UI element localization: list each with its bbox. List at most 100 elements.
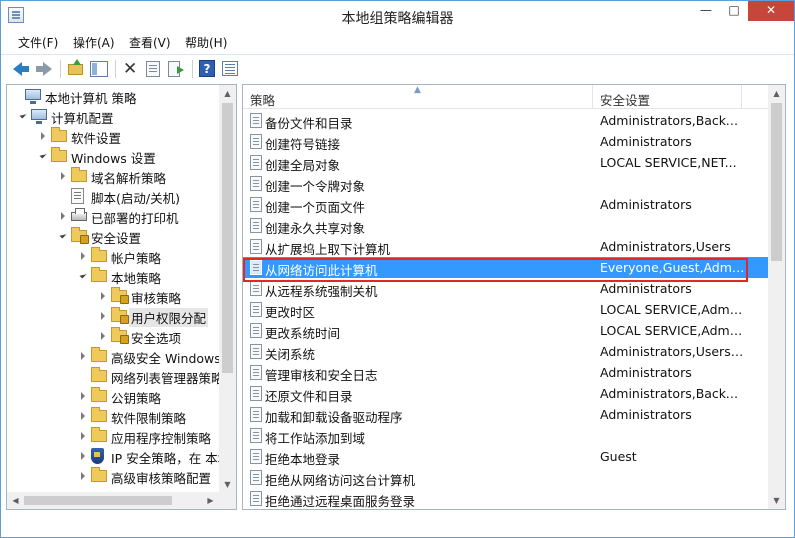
expand-open-icon[interactable] bbox=[19, 111, 27, 119]
expand-closed-icon[interactable] bbox=[81, 452, 85, 460]
policy-row[interactable]: 拒绝从网络访问这台计算机 bbox=[243, 467, 768, 488]
column-divider[interactable] bbox=[592, 85, 593, 109]
policy-row[interactable]: 备份文件和目录 Administrators,Backu... bbox=[243, 110, 768, 131]
policy-row[interactable]: 关闭系统 Administrators,Users,... bbox=[243, 341, 768, 362]
policy-name: 拒绝从网络访问这台计算机 bbox=[265, 473, 416, 488]
policy-row[interactable]: 加载和卸载设备驱动程序 Administrators bbox=[243, 404, 768, 425]
show-action-pane-button[interactable] bbox=[220, 59, 240, 79]
export-icon bbox=[168, 61, 184, 77]
policy-name: 从扩展坞上取下计算机 bbox=[265, 242, 391, 257]
list-vertical-scrollbar[interactable]: ▲ ▼ bbox=[768, 85, 785, 509]
policy-icon bbox=[250, 344, 262, 359]
scroll-right-arrow-icon[interactable]: ▶ bbox=[202, 492, 219, 509]
expand-open-icon[interactable] bbox=[59, 231, 67, 239]
scroll-up-arrow-icon[interactable]: ▲ bbox=[219, 85, 236, 102]
security-setting: Administrators,Users bbox=[600, 239, 731, 254]
menu-action[interactable]: 操作(A) bbox=[73, 34, 115, 51]
folder-icon bbox=[91, 387, 107, 402]
policy-row[interactable]: 拒绝本地登录 Guest bbox=[243, 446, 768, 467]
policy-row[interactable]: 创建全局对象 LOCAL SERVICE,NET... bbox=[243, 152, 768, 173]
forward-arrow-icon bbox=[36, 62, 52, 76]
policy-folder-icon bbox=[111, 287, 129, 304]
expand-closed-icon[interactable] bbox=[81, 472, 85, 480]
folder-icon bbox=[91, 267, 107, 282]
expand-closed-icon[interactable] bbox=[81, 252, 85, 260]
security-setting: Administrators,Backu... bbox=[600, 113, 745, 128]
expand-open-icon[interactable] bbox=[79, 271, 87, 279]
policy-row[interactable]: 从网络访问此计算机 Everyone,Guest,Admin... bbox=[243, 257, 768, 278]
security-setting: LOCAL SERVICE,Admi... bbox=[600, 302, 745, 317]
policy-icon bbox=[250, 365, 262, 380]
policy-row[interactable]: 拒绝通过远程桌面服务登录 bbox=[243, 488, 768, 509]
scroll-down-arrow-icon[interactable]: ▼ bbox=[768, 492, 785, 509]
scroll-thumb[interactable] bbox=[24, 496, 172, 505]
security-folder-icon bbox=[71, 227, 89, 244]
scroll-thumb[interactable] bbox=[771, 103, 782, 261]
policy-row[interactable]: 将工作站添加到域 bbox=[243, 425, 768, 446]
policy-row[interactable]: 从远程系统强制关机 Administrators bbox=[243, 278, 768, 299]
policy-row[interactable]: 还原文件和目录 Administrators,Backu... bbox=[243, 383, 768, 404]
policy-name: 拒绝本地登录 bbox=[265, 452, 341, 467]
folder-icon bbox=[71, 167, 87, 182]
scroll-down-arrow-icon[interactable]: ▼ bbox=[219, 476, 236, 493]
tree-horizontal-scrollbar[interactable]: ◀ ▶ bbox=[7, 492, 236, 509]
policy-row[interactable]: 创建符号链接 Administrators bbox=[243, 131, 768, 152]
tree-item-label: 已部署的打印机 bbox=[91, 211, 179, 226]
toolbar-separator bbox=[115, 60, 116, 78]
column-header-setting[interactable]: 安全设置 bbox=[600, 90, 650, 109]
policy-icon bbox=[250, 155, 262, 170]
expand-closed-icon[interactable] bbox=[101, 312, 105, 320]
policy-row[interactable]: 更改时区 LOCAL SERVICE,Admi... bbox=[243, 299, 768, 320]
up-one-level-button[interactable] bbox=[66, 59, 86, 79]
scroll-left-arrow-icon[interactable]: ◀ bbox=[7, 492, 24, 509]
forward-button[interactable] bbox=[34, 59, 54, 79]
menu-view[interactable]: 查看(V) bbox=[129, 34, 171, 51]
tree-vertical-scrollbar[interactable]: ▲ ▼ bbox=[219, 85, 236, 493]
policy-row[interactable]: 创建一个页面文件 Administrators bbox=[243, 194, 768, 215]
expand-closed-icon[interactable] bbox=[81, 412, 85, 420]
export-list-button[interactable] bbox=[166, 59, 186, 79]
expand-closed-icon[interactable] bbox=[61, 172, 65, 180]
security-setting: LOCAL SERVICE,NET... bbox=[600, 155, 737, 170]
policy-name: 管理审核和安全日志 bbox=[265, 368, 378, 383]
expand-closed-icon[interactable] bbox=[41, 132, 45, 140]
delete-button[interactable]: ✕ bbox=[120, 59, 140, 79]
policy-list[interactable]: ▲ 策略 安全设置 备份文件和目录 Administrators,Backu...… bbox=[242, 84, 786, 510]
expand-closed-icon[interactable] bbox=[81, 392, 85, 400]
close-button[interactable]: ✕ bbox=[748, 1, 794, 21]
policy-row[interactable]: 创建永久共享对象 bbox=[243, 215, 768, 236]
policy-name: 更改系统时间 bbox=[265, 326, 341, 341]
show-hide-tree-button[interactable] bbox=[89, 59, 109, 79]
column-divider[interactable] bbox=[741, 85, 742, 109]
scroll-thumb[interactable] bbox=[222, 103, 233, 373]
menu-file[interactable]: 文件(F) bbox=[18, 34, 58, 51]
expand-open-icon[interactable] bbox=[39, 151, 47, 159]
policy-row[interactable]: 更改系统时间 LOCAL SERVICE,Admi... bbox=[243, 320, 768, 341]
policy-row[interactable]: 管理审核和安全日志 Administrators bbox=[243, 362, 768, 383]
scroll-up-arrow-icon[interactable]: ▲ bbox=[768, 85, 785, 102]
policy-icon bbox=[250, 239, 262, 254]
expand-closed-icon[interactable] bbox=[81, 352, 85, 360]
expand-closed-icon[interactable] bbox=[61, 212, 65, 220]
column-header-policy[interactable]: 策略 bbox=[250, 90, 275, 109]
tree-item-label: Windows 设置 bbox=[71, 151, 156, 166]
maximize-button[interactable]: □ bbox=[720, 1, 748, 21]
policy-row[interactable]: 从扩展坞上取下计算机 Administrators,Users bbox=[243, 236, 768, 257]
tree-item-label: 安全选项 bbox=[131, 331, 182, 346]
security-setting: Administrators bbox=[600, 407, 692, 422]
help-button[interactable]: ? bbox=[197, 59, 217, 79]
expand-closed-icon[interactable] bbox=[101, 292, 105, 300]
minimize-button[interactable]: — bbox=[692, 1, 720, 21]
tree-item-label: 应用程序控制策略 bbox=[111, 431, 212, 446]
expand-closed-icon[interactable] bbox=[81, 432, 85, 440]
expand-closed-icon[interactable] bbox=[101, 332, 105, 340]
policy-name: 将工作站添加到域 bbox=[265, 431, 366, 446]
policy-icon bbox=[250, 449, 262, 464]
policy-row[interactable]: 创建一个令牌对象 bbox=[243, 173, 768, 194]
back-button[interactable] bbox=[11, 59, 31, 79]
folder-up-icon bbox=[68, 59, 83, 75]
properties-button[interactable] bbox=[143, 59, 163, 79]
menu-help[interactable]: 帮助(H) bbox=[185, 34, 227, 51]
console-tree[interactable]: 本地计算机 策略 计算机配置 软件设置 Windows 设置 域名解析策略 脚本(启动/关… bbox=[6, 84, 237, 510]
policy-icon bbox=[250, 323, 262, 338]
